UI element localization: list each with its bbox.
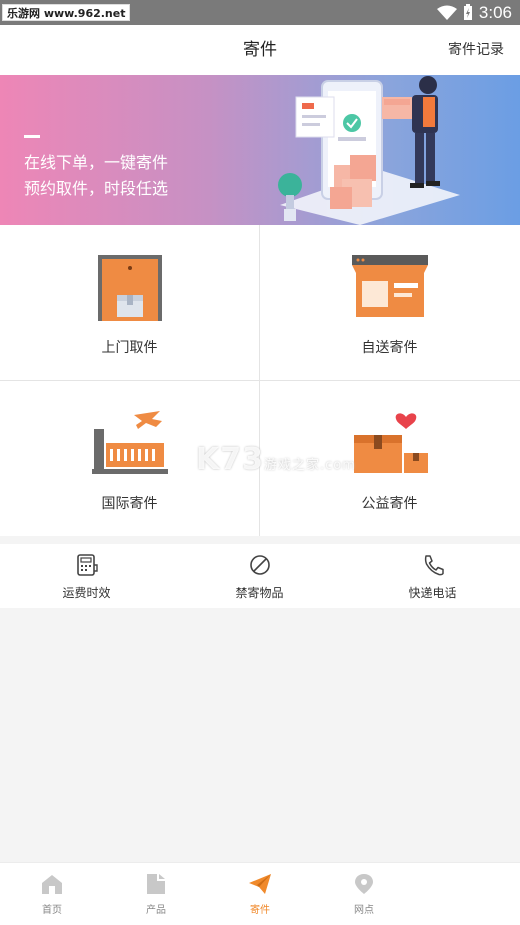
service-label: 自送寄件 — [361, 340, 418, 356]
page-title: 寄件 — [243, 40, 277, 60]
banner-line-1: 在线下单，一键寄件 — [24, 153, 169, 172]
service-label: 公益寄件 — [361, 496, 418, 512]
tools-row: 运费时效 禁寄物品 快递电话 — [0, 544, 520, 608]
tool-prohibited-items[interactable]: 禁寄物品 — [173, 544, 346, 608]
banner-line-2: 预约取件，时段任选 — [24, 179, 169, 198]
tab-label: 寄件 — [250, 905, 270, 916]
grid-divider-horizontal — [0, 380, 520, 381]
phone-icon — [424, 555, 444, 576]
records-link[interactable]: 寄件记录 — [448, 25, 504, 75]
product-icon — [147, 874, 165, 894]
battery-icon — [463, 4, 472, 20]
service-grid: 上门取件 自送寄件 国际寄件 公益寄件 — [0, 225, 520, 536]
wifi-icon — [436, 5, 457, 20]
tool-express-phone[interactable]: 快递电话 — [346, 544, 519, 608]
bottom-tab-bar: 首页 产品 寄件 网点 — [0, 862, 520, 925]
tab-products[interactable]: 产品 — [104, 863, 208, 925]
tab-label: 网点 — [354, 905, 374, 916]
storefront-icon — [352, 255, 428, 317]
watermark-domain: .com — [320, 458, 356, 473]
clock: 3:06 — [478, 2, 512, 22]
service-door-pickup[interactable]: 上门取件 — [0, 225, 259, 380]
tool-label: 快递电话 — [408, 586, 457, 600]
tool-freight-time[interactable]: 运费时效 — [0, 544, 173, 608]
tool-label: 运费时效 — [62, 586, 111, 600]
home-icon — [42, 875, 62, 894]
tool-label: 禁寄物品 — [235, 586, 284, 600]
location-pin-icon — [355, 874, 373, 894]
paper-plane-icon — [249, 874, 271, 894]
k73-watermark: K73游戏之家.com — [196, 442, 356, 477]
service-label: 国际寄件 — [101, 496, 158, 512]
tab-label: 产品 — [146, 905, 166, 916]
prohibited-icon — [250, 555, 270, 575]
door-pickup-icon — [98, 255, 162, 321]
watermark-sub: 游戏之家 — [264, 458, 321, 473]
tab-outlets[interactable]: 网点 — [312, 863, 416, 925]
tab-send[interactable]: 寄件 — [208, 863, 312, 925]
watermark-badge: 乐游网 www.962.net — [2, 4, 131, 21]
watermark-main: K73 — [196, 442, 264, 477]
charity-box-icon — [354, 413, 428, 473]
tab-home[interactable]: 首页 — [0, 863, 104, 925]
airplane-shipping-icon — [92, 411, 168, 474]
tab-label: 首页 — [42, 905, 62, 916]
top-bar: 寄件 寄件记录 — [0, 25, 520, 75]
calculator-icon — [77, 554, 98, 576]
service-self-send[interactable]: 自送寄件 — [260, 225, 519, 380]
service-label: 上门取件 — [101, 340, 158, 356]
courier-illustration-icon — [278, 76, 460, 225]
banner-dash — [24, 135, 40, 138]
promo-banner[interactable]: 在线下单，一键寄件 预约取件，时段任选 — [0, 75, 520, 225]
status-bar: 乐游网 www.962.net 3:06 — [0, 0, 520, 25]
